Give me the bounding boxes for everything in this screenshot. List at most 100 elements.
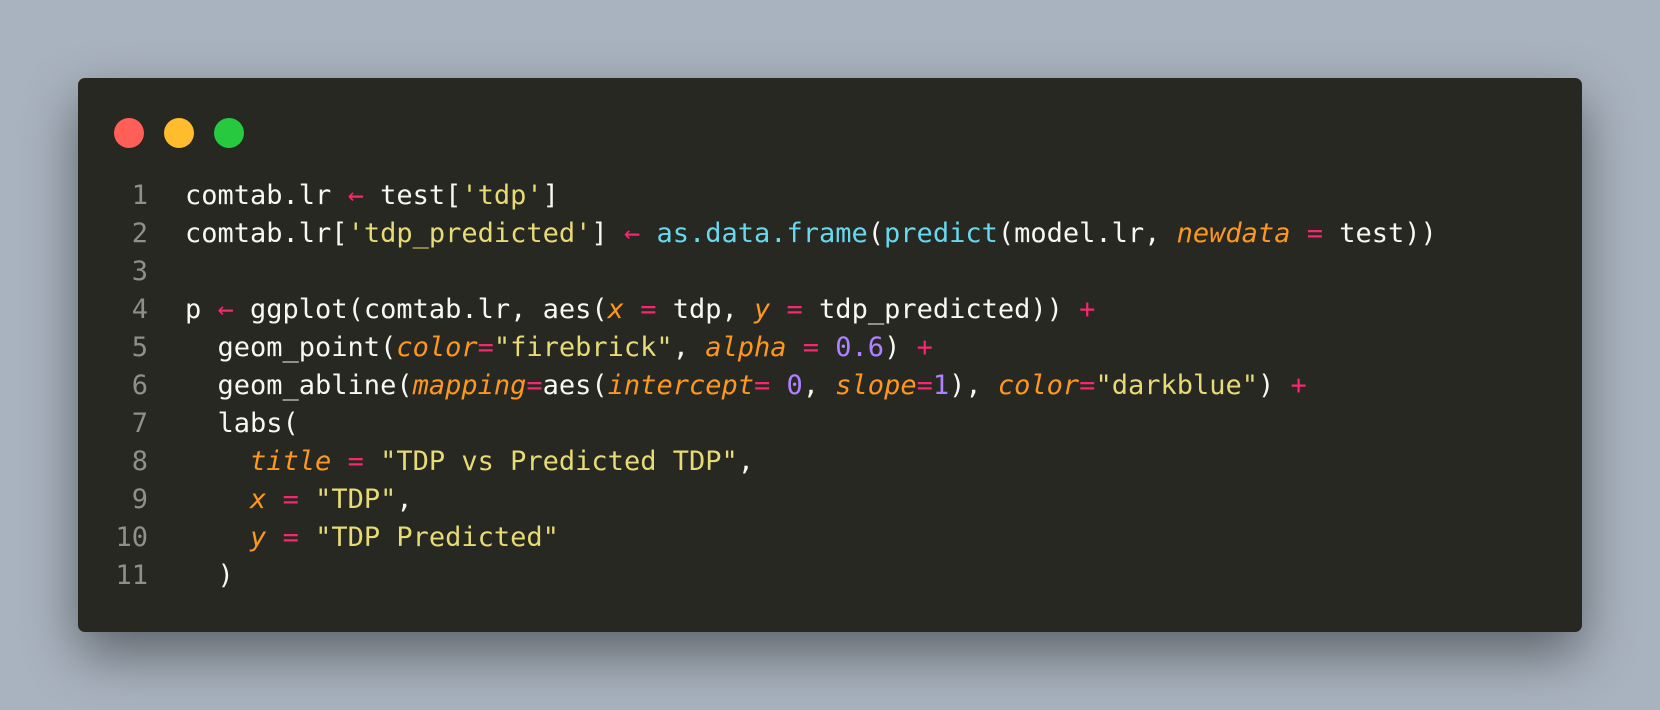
string-token: "TDP" <box>315 484 397 515</box>
code-text: ( <box>867 218 885 249</box>
line-source: geom_point(color="firebrick", alpha = 0.… <box>148 329 933 367</box>
argument-token: title <box>250 446 332 477</box>
operator-token: = <box>916 370 933 401</box>
code-text: ] <box>542 180 559 211</box>
code-line: 9 x = "TDP", <box>78 481 1437 519</box>
argument-token: x <box>607 294 624 325</box>
line-source: comtab.lr ← test['tdp'] <box>148 177 559 215</box>
operator-token: = <box>347 446 364 477</box>
line-number: 8 <box>131 446 148 477</box>
code-text: ggplot(comtab.lr, aes( <box>233 294 608 325</box>
code-line: 6 geom_abline(mapping=aes(intercept= 0, … <box>78 367 1437 405</box>
operator-token: = <box>526 370 543 401</box>
code-line: 10 y = "TDP Predicted" <box>78 519 1437 557</box>
close-button[interactable] <box>114 118 144 148</box>
code-line: 2 comtab.lr['tdp_predicted'] ← as.data.fr… <box>78 215 1437 253</box>
code-text: labs( <box>185 408 299 439</box>
line-source: comtab.lr['tdp_predicted'] ← as.data.fra… <box>148 215 1437 253</box>
argument-token: y <box>250 522 267 553</box>
code-text: , <box>737 446 754 477</box>
line-number: 10 <box>115 522 148 553</box>
code-text: comtab.lr[ <box>185 218 348 249</box>
string-token: 'tdp' <box>461 180 543 211</box>
code-text: comtab.lr <box>185 180 348 211</box>
argument-token: color <box>997 370 1080 401</box>
code-text: tdp_predicted)) <box>802 294 1080 325</box>
number-token: 0 <box>786 370 803 401</box>
code-text: geom_point( <box>185 332 397 363</box>
line-source: y = "TDP Predicted" <box>148 519 559 557</box>
code-text: test[ <box>363 180 462 211</box>
maximize-button[interactable] <box>214 118 244 148</box>
operator-token: ← <box>623 218 641 249</box>
line-source: geom_abline(mapping=aes(intercept= 0, sl… <box>148 367 1307 405</box>
operator-token: = <box>282 484 299 515</box>
code-text: (model.lr, <box>997 218 1177 249</box>
argument-token: x <box>250 484 267 515</box>
code-text: test)) <box>1322 218 1437 249</box>
number-token: 0.6 <box>835 332 885 363</box>
code-line: 5 geom_point(color="firebrick", alpha = … <box>78 329 1437 367</box>
minimize-button[interactable] <box>164 118 194 148</box>
string-token: "TDP vs Predicted TDP" <box>380 446 738 477</box>
line-number: 5 <box>131 332 148 363</box>
string-token: "firebrick" <box>493 332 673 363</box>
code-line: 11 ) <box>78 557 1437 595</box>
operator-token: + <box>1079 294 1096 325</box>
operator-token: = <box>753 370 771 401</box>
window-controls <box>114 118 244 148</box>
string-token: "darkblue" <box>1095 370 1258 401</box>
code-line: 3 <box>78 253 1437 291</box>
code-text: ) <box>884 332 917 363</box>
string-token: 'tdp_predicted' <box>347 218 592 249</box>
function-token: as.data.frame <box>656 218 868 249</box>
code-window: 1 comtab.lr ← test['tdp'] 2 comtab.lr['tdp_… <box>78 78 1582 632</box>
code-text: ) <box>1258 370 1291 401</box>
operator-token: + <box>916 332 933 363</box>
line-number: 9 <box>131 484 148 515</box>
code-text: tdp, <box>656 294 754 325</box>
code-line: 4p ← ggplot(comtab.lr, aes(x = tdp, y = … <box>78 291 1437 329</box>
line-source: title = "TDP vs Predicted TDP", <box>148 443 754 481</box>
line-number: 2 <box>131 218 148 249</box>
argument-token: color <box>396 332 478 363</box>
argument-token: mapping <box>412 370 527 401</box>
operator-token: = <box>786 294 803 325</box>
code-text: , <box>396 484 413 515</box>
argument-token: alpha <box>705 332 787 363</box>
line-number: 7 <box>131 408 148 439</box>
operator-token: = <box>1306 218 1323 249</box>
argument-token: y <box>754 294 771 325</box>
argument-token: intercept <box>607 370 754 401</box>
string-token: "TDP Predicted" <box>315 522 559 553</box>
code-text: p <box>185 294 218 325</box>
line-source: x = "TDP", <box>148 481 413 519</box>
code-line: 8 title = "TDP vs Predicted TDP", <box>78 443 1437 481</box>
line-number: 11 <box>115 560 148 591</box>
code-line: 1 comtab.lr ← test['tdp'] <box>78 177 1437 215</box>
operator-token: = <box>1079 370 1096 401</box>
line-number: 4 <box>131 294 148 325</box>
line-source: ) <box>148 557 234 595</box>
line-source: labs( <box>148 405 299 443</box>
code-text: aes( <box>542 370 608 401</box>
line-number: 1 <box>131 180 148 211</box>
code-text: , <box>672 332 706 363</box>
operator-token: = <box>640 294 657 325</box>
code-text: geom_abline( <box>185 370 413 401</box>
function-token: predict <box>884 218 998 249</box>
operator-token: + <box>1290 370 1307 401</box>
code-text: , <box>802 370 836 401</box>
